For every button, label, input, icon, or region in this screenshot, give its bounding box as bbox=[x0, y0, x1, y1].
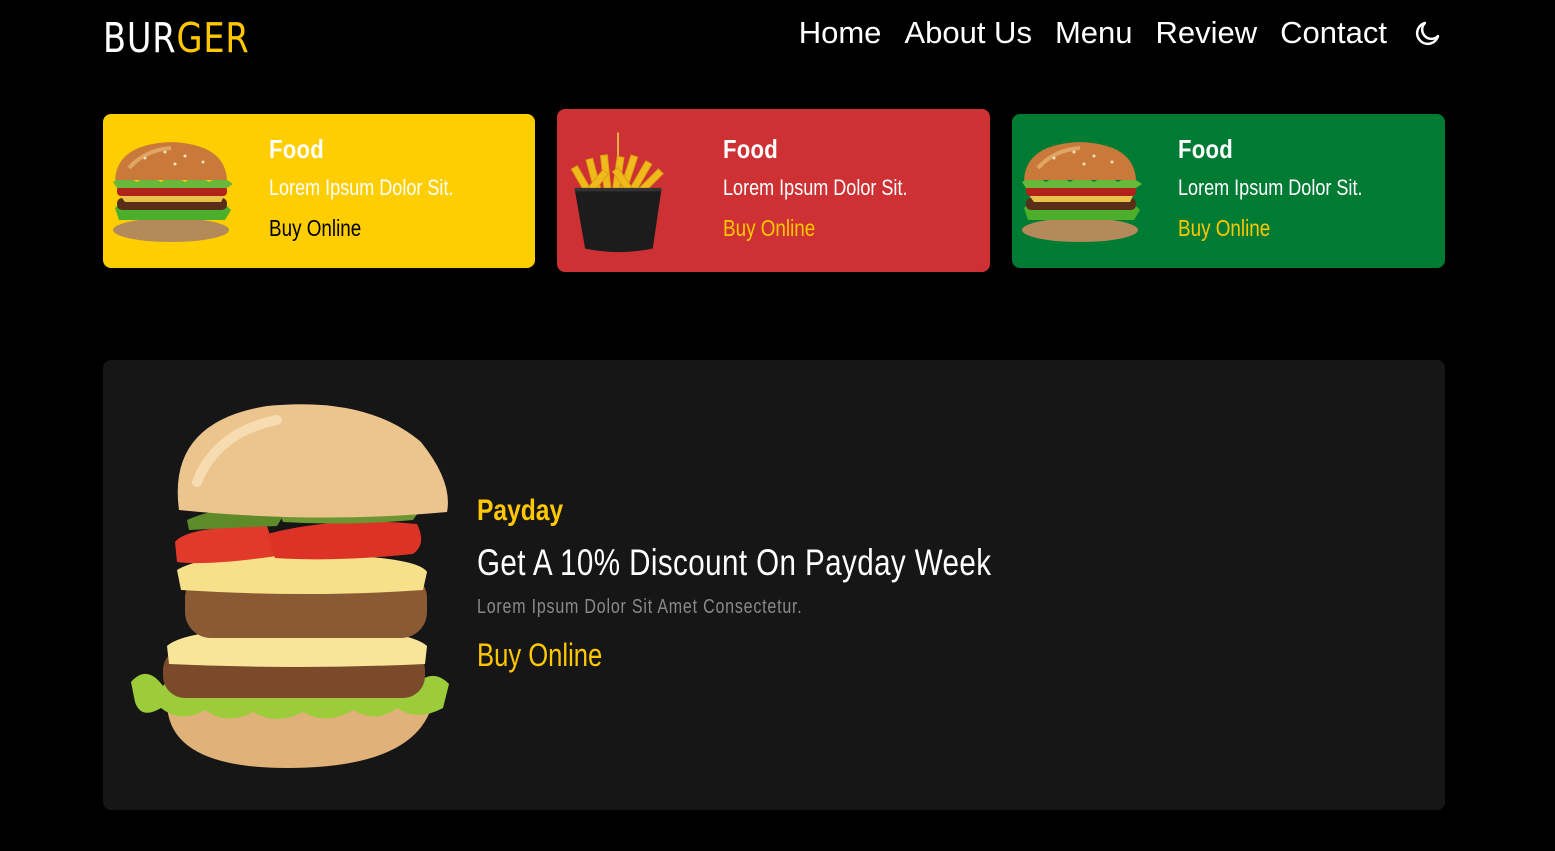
promo-text: Payday Get A 10% Discount On Payday Week… bbox=[477, 494, 1120, 674]
card-title: Food bbox=[723, 134, 779, 164]
logo-text-yellow: GER bbox=[176, 14, 250, 62]
nav-review[interactable]: Review bbox=[1156, 14, 1258, 52]
buy-online-link[interactable]: Buy Online bbox=[723, 215, 907, 242]
site-header: BURGER Home About Us Menu Review Contact bbox=[103, 0, 1445, 72]
nav-menu[interactable]: Menu bbox=[1055, 14, 1133, 52]
fries-image bbox=[570, 132, 664, 253]
main-nav: Home About Us Menu Review Contact bbox=[776, 14, 1445, 52]
theme-toggle-button[interactable] bbox=[1411, 16, 1445, 50]
logo-text-white: BUR bbox=[103, 14, 177, 62]
burger-image bbox=[1022, 142, 1142, 242]
card-text: Food Lorem Ipsum Dolor Sit. Buy Online bbox=[269, 134, 494, 242]
card-title: Food bbox=[1178, 134, 1234, 164]
moon-icon bbox=[1415, 21, 1440, 46]
card-text: Food Lorem Ipsum Dolor Sit. Buy Online bbox=[1178, 134, 1403, 242]
site-logo[interactable]: BURGER bbox=[103, 14, 250, 62]
food-card-2[interactable]: Food Lorem Ipsum Dolor Sit. Buy Online bbox=[557, 109, 990, 272]
burger-image bbox=[113, 142, 233, 242]
double-burger-image bbox=[131, 404, 449, 768]
food-card-1[interactable]: Food Lorem Ipsum Dolor Sit. Buy Online bbox=[103, 114, 535, 268]
card-description: Lorem Ipsum Dolor Sit. bbox=[1178, 175, 1363, 200]
promo-headline: Get A 10% Discount On Payday Week bbox=[477, 542, 992, 583]
card-text: Food Lorem Ipsum Dolor Sit. Buy Online bbox=[723, 134, 948, 242]
nav-contact[interactable]: Contact bbox=[1280, 14, 1387, 52]
card-description: Lorem Ipsum Dolor Sit. bbox=[269, 175, 454, 200]
food-card-3[interactable]: Food Lorem Ipsum Dolor Sit. Buy Online bbox=[1012, 114, 1445, 268]
promo-buy-online-link[interactable]: Buy Online bbox=[477, 637, 991, 674]
buy-online-link[interactable]: Buy Online bbox=[269, 215, 453, 242]
promo-banner: Payday Get A 10% Discount On Payday Week… bbox=[103, 360, 1445, 810]
promo-tag: Payday bbox=[477, 494, 564, 527]
card-title: Food bbox=[269, 134, 325, 164]
promo-subtext: Lorem Ipsum Dolor Sit Amet Consectetur. bbox=[477, 596, 803, 618]
nav-home[interactable]: Home bbox=[799, 14, 882, 52]
card-description: Lorem Ipsum Dolor Sit. bbox=[723, 175, 908, 200]
nav-about-us[interactable]: About Us bbox=[904, 14, 1032, 52]
buy-online-link[interactable]: Buy Online bbox=[1178, 215, 1362, 242]
